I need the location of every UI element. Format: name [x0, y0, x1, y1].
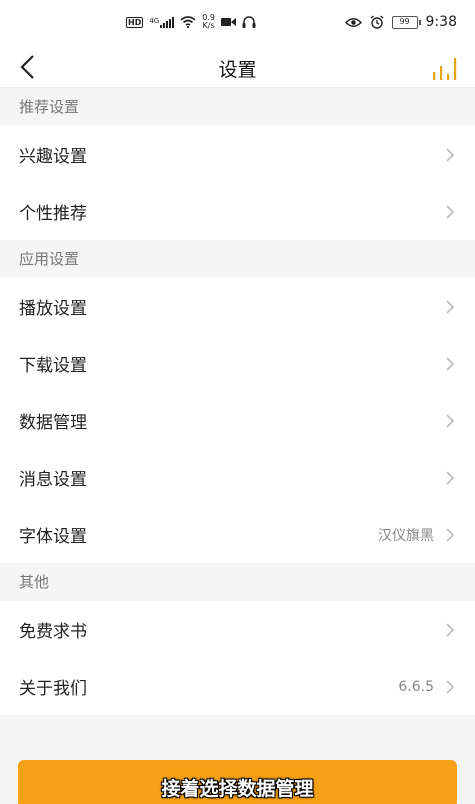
settings-item-free-book-request[interactable]: 免费求书	[0, 601, 475, 658]
other-group: 免费求书 关于我们 6.6.5	[0, 601, 475, 715]
app-group: 播放设置 下载设置 数据管理 消息设置 字体设置 汉仪旗黑	[0, 278, 475, 563]
network-label: 4G	[149, 16, 160, 25]
settings-item-font[interactable]: 字体设置 汉仪旗黑	[0, 506, 475, 563]
settings-item-personal-recommend[interactable]: 个性推荐	[0, 183, 475, 240]
font-value: 汉仪旗黑	[378, 527, 434, 544]
chevron-right-icon	[446, 413, 455, 428]
nav-bar: 设置	[0, 46, 475, 88]
row-label: 字体设置	[19, 527, 87, 547]
signal-icon: 4G	[149, 16, 175, 28]
row-label: 免费求书	[19, 622, 87, 642]
chevron-right-icon	[446, 679, 455, 694]
speed-unit: K/s	[202, 21, 215, 30]
settings-item-messages[interactable]: 消息设置	[0, 449, 475, 506]
headphones-icon	[242, 16, 256, 28]
settings-item-data-management[interactable]: 数据管理	[0, 392, 475, 449]
chevron-right-icon	[446, 204, 455, 219]
row-label: 播放设置	[19, 299, 87, 319]
row-label: 个性推荐	[19, 204, 87, 224]
settings-item-about-us[interactable]: 关于我们 6.6.5	[0, 658, 475, 715]
section-header-recommend: 推荐设置	[0, 88, 475, 126]
version-value: 6.6.5	[398, 678, 434, 695]
status-bar: HD 4G 0.9 K/s 99 9:38	[0, 0, 475, 46]
section-header-other: 其他	[0, 563, 475, 601]
chevron-right-icon	[446, 470, 455, 485]
chevron-right-icon	[446, 147, 455, 162]
hd-badge: HD	[126, 16, 144, 28]
wifi-icon	[180, 16, 196, 28]
page-title: 设置	[218, 59, 257, 81]
row-label: 消息设置	[19, 470, 87, 490]
status-left: HD 4G 0.9 K/s	[126, 14, 256, 30]
row-label: 兴趣设置	[19, 147, 87, 167]
section-header-app: 应用设置	[0, 240, 475, 278]
video-caption: 接着选择数据管理	[161, 778, 314, 800]
video-camera-icon	[220, 18, 236, 26]
settings-item-download[interactable]: 下载设置	[0, 335, 475, 392]
eye-icon	[344, 17, 362, 27]
chevron-right-icon	[446, 299, 455, 314]
equalizer-icon[interactable]	[431, 54, 461, 80]
chevron-right-icon	[446, 356, 455, 371]
network-speed: 0.9 K/s	[202, 14, 215, 30]
clock: 9:38	[425, 14, 457, 30]
battery-icon: 99	[391, 15, 421, 29]
row-label: 数据管理	[19, 413, 87, 433]
row-label: 下载设置	[19, 356, 87, 376]
chevron-right-icon	[446, 527, 455, 542]
status-right: 99 9:38	[344, 14, 457, 30]
settings-item-interests[interactable]: 兴趣设置	[0, 126, 475, 183]
alarm-icon	[370, 15, 383, 29]
recommend-group: 兴趣设置 个性推荐	[0, 126, 475, 240]
chevron-right-icon	[446, 622, 455, 637]
row-label: 关于我们	[19, 679, 87, 699]
settings-item-playback[interactable]: 播放设置	[0, 278, 475, 335]
section-gap	[0, 715, 475, 737]
